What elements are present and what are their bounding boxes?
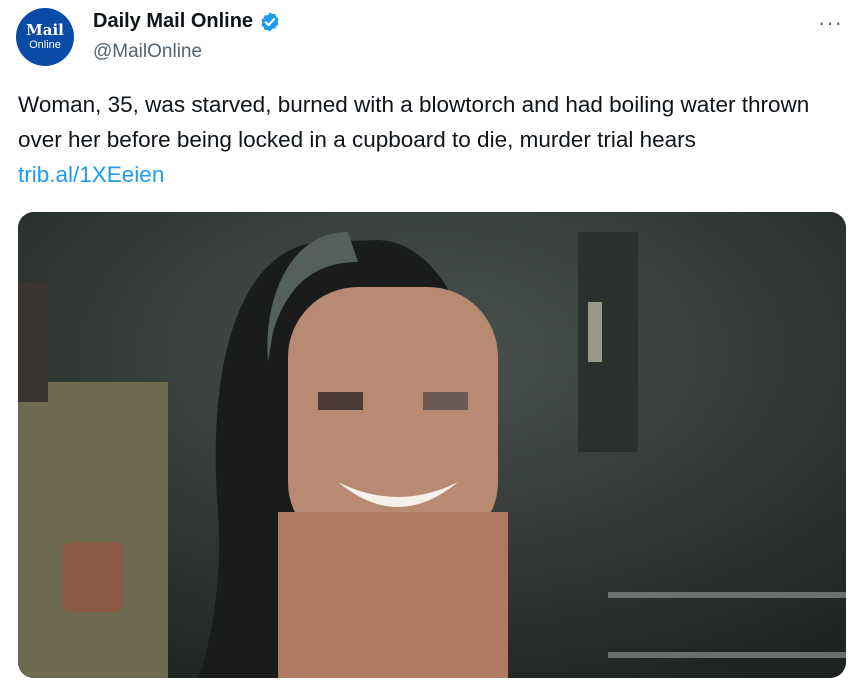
avatar[interactable]: Mail Online — [16, 8, 74, 66]
verified-badge-icon — [261, 11, 279, 32]
tweet-text: Woman, 35, was starved, burned with a bl… — [18, 88, 848, 193]
author-display-name[interactable]: Daily Mail Online — [93, 10, 253, 33]
photo-illustration — [18, 212, 846, 678]
more-options-icon[interactable]: ··· — [818, 10, 843, 36]
tweet-photo[interactable] — [18, 212, 846, 678]
tweet-card: Mail Online Daily Mail Online @MailOnlin… — [0, 0, 865, 689]
author-handle[interactable]: @MailOnline — [93, 41, 202, 63]
avatar-logo-line2: Online — [29, 39, 61, 51]
tweet-body: Woman, 35, was starved, burned with a bl… — [18, 92, 810, 152]
avatar-logo-line1: Mail — [26, 21, 64, 39]
author-name-row: Daily Mail Online — [93, 10, 281, 33]
tweet-link[interactable]: trib.al/1XEeien — [18, 162, 164, 187]
